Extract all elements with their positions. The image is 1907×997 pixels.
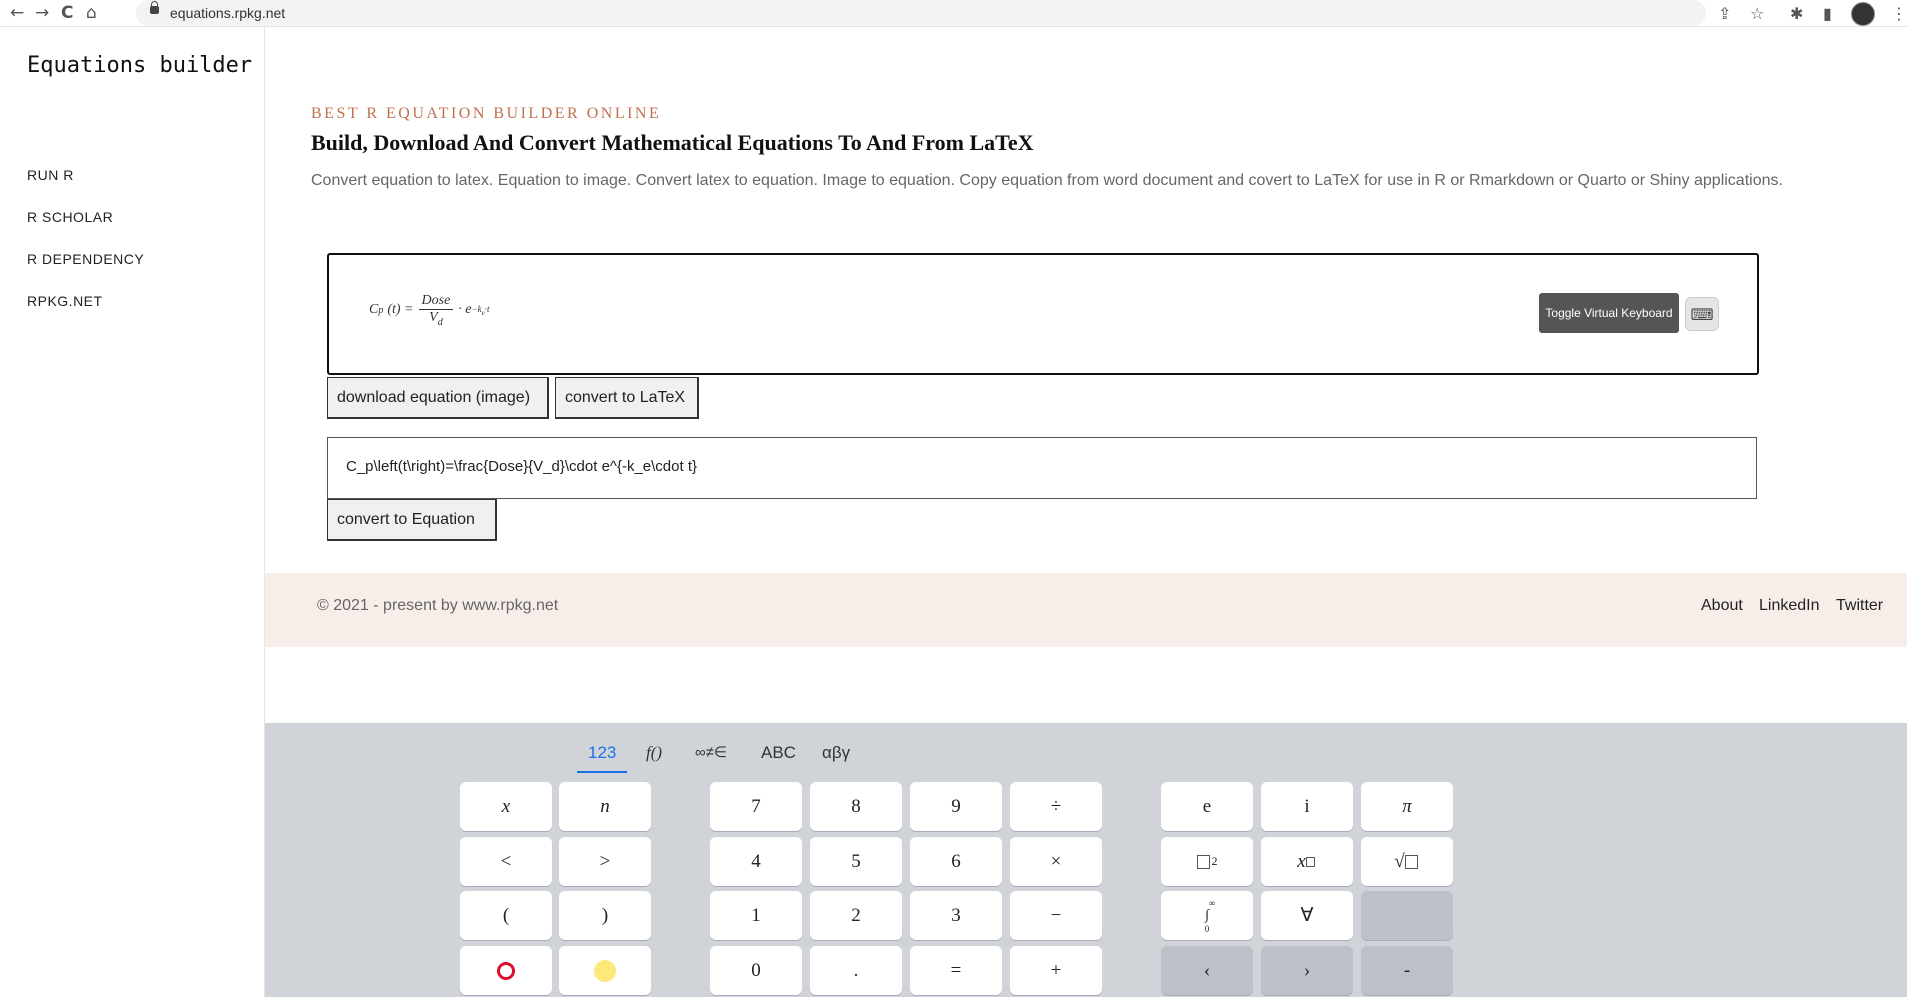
placeholder-box-icon (1305, 856, 1315, 867)
key-pi[interactable]: π (1361, 782, 1453, 831)
key-backspace[interactable]: - (1361, 946, 1453, 995)
key-close-paren[interactable]: ) (559, 891, 651, 940)
virtual-keyboard: 123 f() ∞≠∈ ABC αβγ x n < > ( ) 7 8 9 ÷ … (265, 723, 1907, 997)
eyebrow-text: BEST R EQUATION BUILDER ONLINE (311, 105, 662, 122)
key-move-left[interactable]: ‹ (1161, 946, 1253, 995)
key-power[interactable]: x (1261, 837, 1353, 886)
formula-fraction: Dose Vd (418, 293, 454, 328)
key-x[interactable]: x (460, 782, 552, 831)
key-7[interactable]: 7 (710, 782, 802, 831)
keyboard-tab-symbols[interactable]: ∞≠∈ (695, 743, 727, 761)
extensions-icon[interactable]: ✱ (1790, 4, 1803, 23)
convert-to-equation-button[interactable]: convert to Equation (327, 499, 497, 541)
lock-icon (150, 1, 159, 14)
formula-denominator: Vd (429, 310, 443, 328)
share-icon[interactable]: ⇪ (1718, 4, 1731, 23)
key-decimal[interactable]: . (810, 946, 902, 995)
star-icon[interactable]: ☆ (1750, 4, 1764, 23)
sidebar-link-r-dependency[interactable]: R DEPENDENCY (27, 251, 144, 267)
reload-icon[interactable]: C (61, 3, 73, 23)
sidebar-link-run-r[interactable]: RUN R (27, 167, 74, 183)
formula-operator: · e (458, 302, 472, 318)
site-brand[interactable]: Equations builder (27, 53, 252, 78)
key-multiply[interactable]: × (1010, 837, 1102, 886)
key-minus[interactable]: − (1010, 891, 1102, 940)
placeholder-box-icon (1196, 854, 1210, 869)
yellow-dot-icon (594, 959, 616, 982)
key-blank[interactable] (1361, 891, 1453, 940)
key-3[interactable]: 3 (910, 891, 1002, 940)
convert-to-latex-button[interactable]: convert to LaTeX (555, 377, 699, 419)
key-forall[interactable]: ∀ (1261, 891, 1353, 940)
side-panel-icon[interactable]: ▮ (1823, 4, 1832, 23)
footer-link-about[interactable]: About (1701, 597, 1743, 615)
forward-icon[interactable]: → (35, 3, 49, 23)
footer-link-linkedin[interactable]: LinkedIn (1759, 597, 1820, 615)
key-integral[interactable]: ∞ ∫ 0 (1161, 891, 1253, 940)
key-red-circle[interactable] (460, 946, 552, 995)
key-9[interactable]: 9 (910, 782, 1002, 831)
sidebar-link-r-scholar[interactable]: R SCHOLAR (27, 209, 113, 225)
menu-icon[interactable]: ⋮ (1891, 4, 1907, 23)
red-circle-icon (497, 961, 515, 980)
keyboard-icon[interactable]: ⌨ (1685, 297, 1719, 331)
keyboard-tab-numbers[interactable]: 123 (588, 743, 616, 763)
key-plus[interactable]: + (1010, 946, 1102, 995)
key-sqrt[interactable]: √ (1361, 837, 1453, 886)
latex-input[interactable]: C_p\left(t\right)=\frac{Dose}{V_d}\cdot … (327, 437, 1757, 499)
integral-lower-bound: 0 (1204, 923, 1210, 934)
footer: © 2021 - present by www.rpkg.net About L… (265, 573, 1907, 647)
browser-toolbar: ← → C ⌂ equations.rpkg.net ⇪ ☆ ✱ ▮ ⋮ (0, 0, 1907, 27)
integral-icon: ∫ (1205, 907, 1209, 923)
toggle-keyboard-tooltip: Toggle Virtual Keyboard (1539, 293, 1679, 333)
home-icon[interactable]: ⌂ (86, 3, 97, 23)
key-square[interactable]: 2 (1161, 837, 1253, 886)
address-bar[interactable] (136, 0, 1706, 26)
key-open-paren[interactable]: ( (460, 891, 552, 940)
key-yellow-dot[interactable] (559, 946, 651, 995)
keyboard-tab-functions[interactable]: f() (646, 743, 662, 763)
formula-numerator: Dose (418, 293, 454, 310)
download-equation-button[interactable]: download equation (image) (327, 377, 549, 419)
profile-avatar[interactable] (1851, 2, 1875, 26)
copyright-text: © 2021 - present by www.rpkg.net (317, 597, 559, 614)
page-title: Build, Download And Convert Mathematical… (311, 130, 1034, 155)
url-text[interactable]: equations.rpkg.net (170, 5, 285, 21)
equation-formula[interactable]: Cp (t) = Dose Vd · e −ke·t (369, 293, 489, 328)
formula-lhs-sub: p (378, 304, 384, 316)
key-8[interactable]: 8 (810, 782, 902, 831)
key-4[interactable]: 4 (710, 837, 802, 886)
key-e[interactable]: e (1161, 782, 1253, 831)
equation-editor[interactable]: Cp (t) = Dose Vd · e −ke·t Toggle Virtua… (327, 253, 1759, 375)
page-description: Convert equation to latex. Equation to i… (311, 172, 1783, 189)
formula-lhs-arg: (t) = (387, 302, 414, 318)
key-1[interactable]: 1 (710, 891, 802, 940)
key-5[interactable]: 5 (810, 837, 902, 886)
active-tab-indicator (577, 771, 627, 773)
placeholder-box-icon (1404, 854, 1418, 869)
key-6[interactable]: 6 (910, 837, 1002, 886)
footer-link-twitter[interactable]: Twitter (1836, 597, 1883, 615)
keyboard-tab-greek[interactable]: αβγ (822, 743, 850, 763)
key-2[interactable]: 2 (810, 891, 902, 940)
formula-lhs: C (369, 302, 379, 318)
key-divide[interactable]: ÷ (1010, 782, 1102, 831)
key-square-exponent: 2 (1211, 854, 1218, 868)
key-less-than[interactable]: < (460, 837, 552, 886)
sidebar: Equations builder RUN R R SCHOLAR R DEPE… (0, 27, 265, 997)
back-icon[interactable]: ← (10, 3, 24, 23)
formula-exponent: −ke·t (471, 304, 490, 317)
sqrt-icon: √ (1394, 850, 1405, 872)
key-move-right[interactable]: › (1261, 946, 1353, 995)
key-equals[interactable]: = (910, 946, 1002, 995)
sidebar-link-rpkg[interactable]: RPKG.NET (27, 293, 103, 309)
key-n[interactable]: n (559, 782, 651, 831)
keyboard-tab-letters[interactable]: ABC (761, 743, 796, 763)
integral-upper-bound: ∞ (1208, 897, 1216, 908)
key-i[interactable]: i (1261, 782, 1353, 831)
key-0[interactable]: 0 (710, 946, 802, 995)
key-power-base: x (1297, 850, 1306, 872)
key-greater-than[interactable]: > (559, 837, 651, 886)
